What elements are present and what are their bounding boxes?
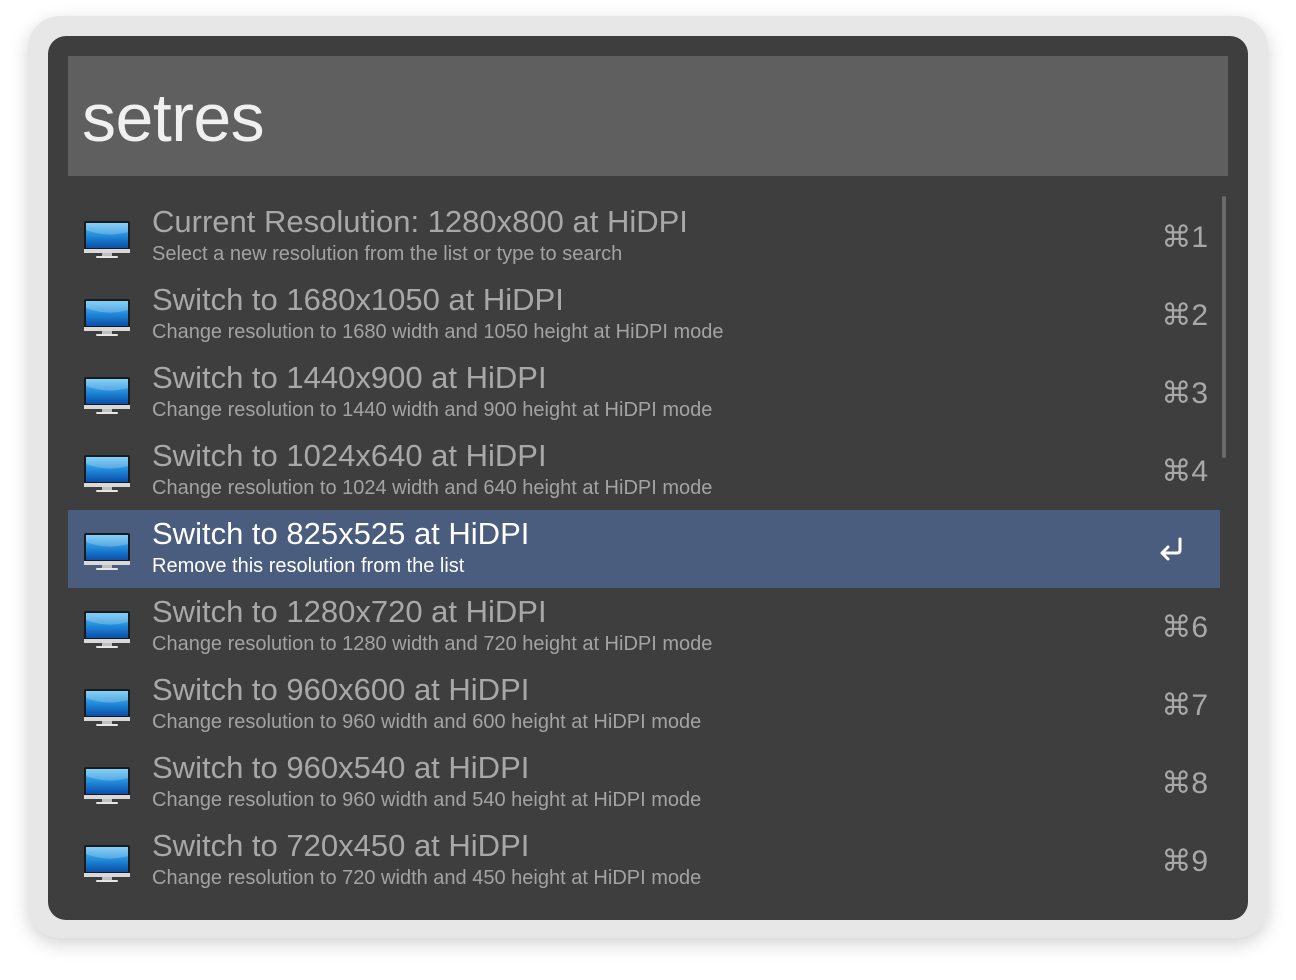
result-subtitle: Select a new resolution from the list or… xyxy=(152,243,623,265)
result-shortcut: ⌘9 xyxy=(1161,845,1208,878)
result-title: Switch to 720x450 at HiDPI xyxy=(152,828,530,863)
scrollbar[interactable] xyxy=(1222,196,1226,458)
result-row-4[interactable]: Switch to 1024x640 at HiDPI Change resol… xyxy=(68,432,1220,510)
monitor-icon xyxy=(82,452,132,494)
result-row-9[interactable]: Switch to 720x450 at HiDPI Change resolu… xyxy=(68,822,1220,900)
result-title: Switch to 825x525 at HiDPI xyxy=(152,516,530,551)
result-row-3[interactable]: Switch to 1440x900 at HiDPI Change resol… xyxy=(68,354,1220,432)
result-title: Current Resolution: 1280x800 at HiDPI xyxy=(152,204,688,239)
result-row-6[interactable]: Switch to 1280x720 at HiDPI Change resol… xyxy=(68,588,1220,666)
result-row-7[interactable]: Switch to 960x600 at HiDPI Change resolu… xyxy=(68,666,1220,744)
result-shortcut: ⌘2 xyxy=(1161,299,1208,332)
result-shortcut: ⌘3 xyxy=(1161,377,1208,410)
result-row-8[interactable]: Switch to 960x540 at HiDPI Change resolu… xyxy=(68,744,1220,822)
result-row-1[interactable]: Current Resolution: 1280x800 at HiDPI Se… xyxy=(68,198,1220,276)
monitor-icon xyxy=(82,530,132,572)
result-subtitle: Change resolution to 960 width and 600 h… xyxy=(152,711,702,733)
monitor-icon xyxy=(82,296,132,338)
launcher-window: setres Current Resolution: 1280x800 at H… xyxy=(48,36,1248,920)
monitor-icon xyxy=(82,608,132,650)
return-icon xyxy=(1154,530,1190,566)
result-subtitle: Change resolution to 1440 width and 900 … xyxy=(152,399,713,421)
result-subtitle: Change resolution to 720 width and 450 h… xyxy=(152,867,702,889)
result-subtitle: Change resolution to 1280 width and 720 … xyxy=(152,633,713,655)
result-shortcut: ⌘4 xyxy=(1161,455,1208,488)
result-title: Switch to 1280x720 at HiDPI xyxy=(152,594,547,629)
result-subtitle: Remove this resolution from the list xyxy=(152,555,465,577)
result-row-2[interactable]: Switch to 1680x1050 at HiDPI Change reso… xyxy=(68,276,1220,354)
search-query-text[interactable]: setres xyxy=(82,78,265,158)
search-field[interactable]: setres xyxy=(68,56,1228,176)
result-subtitle: Change resolution to 960 width and 540 h… xyxy=(152,789,702,811)
result-shortcut: ⌘6 xyxy=(1161,611,1208,644)
result-title: Switch to 1440x900 at HiDPI xyxy=(152,360,547,395)
monitor-icon xyxy=(82,764,132,806)
result-row-5[interactable]: Switch to 825x525 at HiDPI Remove this r… xyxy=(68,510,1220,588)
monitor-icon xyxy=(82,686,132,728)
result-title: Switch to 1680x1050 at HiDPI xyxy=(152,282,564,317)
result-shortcut: ⌘1 xyxy=(1161,221,1208,254)
monitor-icon xyxy=(82,374,132,416)
result-shortcut: ⌘7 xyxy=(1161,689,1208,722)
results-list: Current Resolution: 1280x800 at HiDPI Se… xyxy=(68,198,1220,900)
monitor-icon xyxy=(82,218,132,260)
result-subtitle: Change resolution to 1680 width and 1050… xyxy=(152,321,724,343)
result-title: Switch to 960x540 at HiDPI xyxy=(152,750,530,785)
result-subtitle: Change resolution to 1024 width and 640 … xyxy=(152,477,713,499)
result-title: Switch to 960x600 at HiDPI xyxy=(152,672,530,707)
result-title: Switch to 1024x640 at HiDPI xyxy=(152,438,547,473)
monitor-icon xyxy=(82,842,132,884)
result-shortcut: ⌘8 xyxy=(1161,767,1208,800)
